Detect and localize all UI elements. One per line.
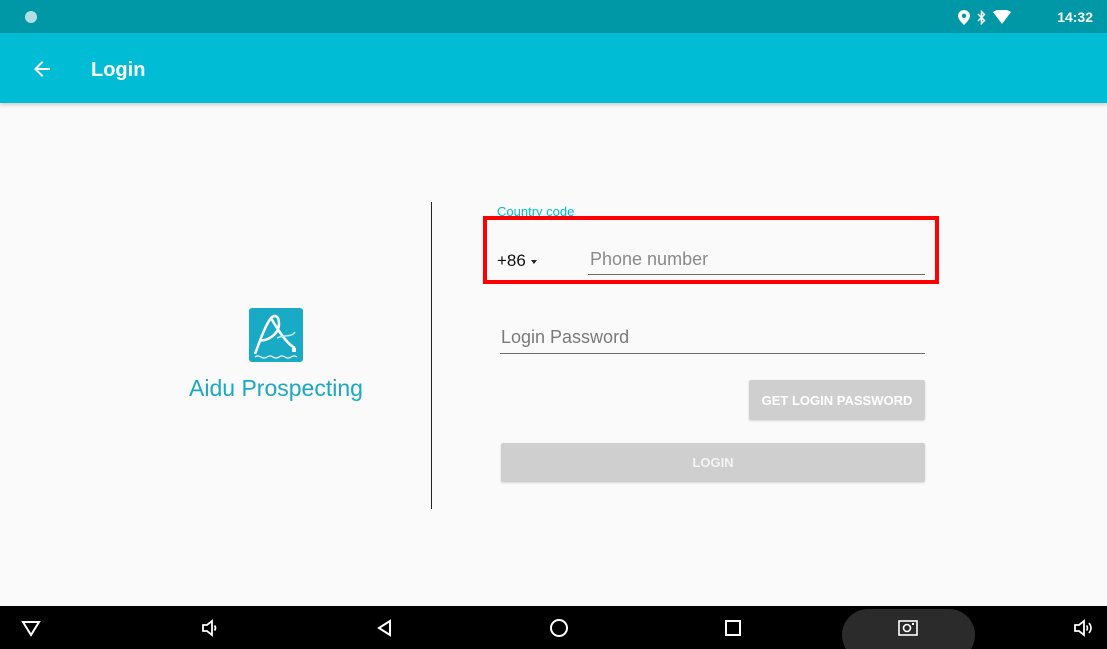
- page-title: Login: [91, 59, 146, 81]
- recents-icon[interactable]: [721, 616, 745, 640]
- bluetooth-icon: [977, 9, 986, 25]
- back-icon[interactable]: [373, 616, 397, 640]
- aidu-logo-icon: [249, 308, 303, 362]
- highlight-box: [483, 216, 939, 284]
- brand-name: Aidu Prospecting: [189, 375, 363, 401]
- login-password-input[interactable]: [500, 322, 925, 353]
- wifi-icon: [993, 10, 1011, 24]
- back-button[interactable]: [30, 57, 54, 81]
- volume-down-icon[interactable]: [198, 616, 222, 640]
- home-icon[interactable]: [547, 616, 571, 640]
- password-field: [500, 322, 925, 354]
- vertical-divider: [431, 202, 432, 509]
- app-bar: Login: [0, 33, 1107, 103]
- volume-up-icon[interactable]: [1072, 616, 1096, 640]
- location-icon: [958, 9, 970, 25]
- screenshot-icon[interactable]: [896, 616, 920, 640]
- status-bar: 14:32: [0, 0, 1107, 33]
- get-login-password-button[interactable]: GET LOGIN PASSWORD: [749, 380, 925, 420]
- hide-nav-icon[interactable]: [19, 616, 43, 640]
- status-icons: [958, 8, 1011, 26]
- arrow-left-icon: [34, 61, 50, 77]
- notification-dot-icon: [25, 11, 37, 23]
- navigation-bar: [0, 606, 1107, 649]
- login-button[interactable]: LOGIN: [501, 443, 925, 482]
- status-time: 14:32: [1057, 9, 1093, 25]
